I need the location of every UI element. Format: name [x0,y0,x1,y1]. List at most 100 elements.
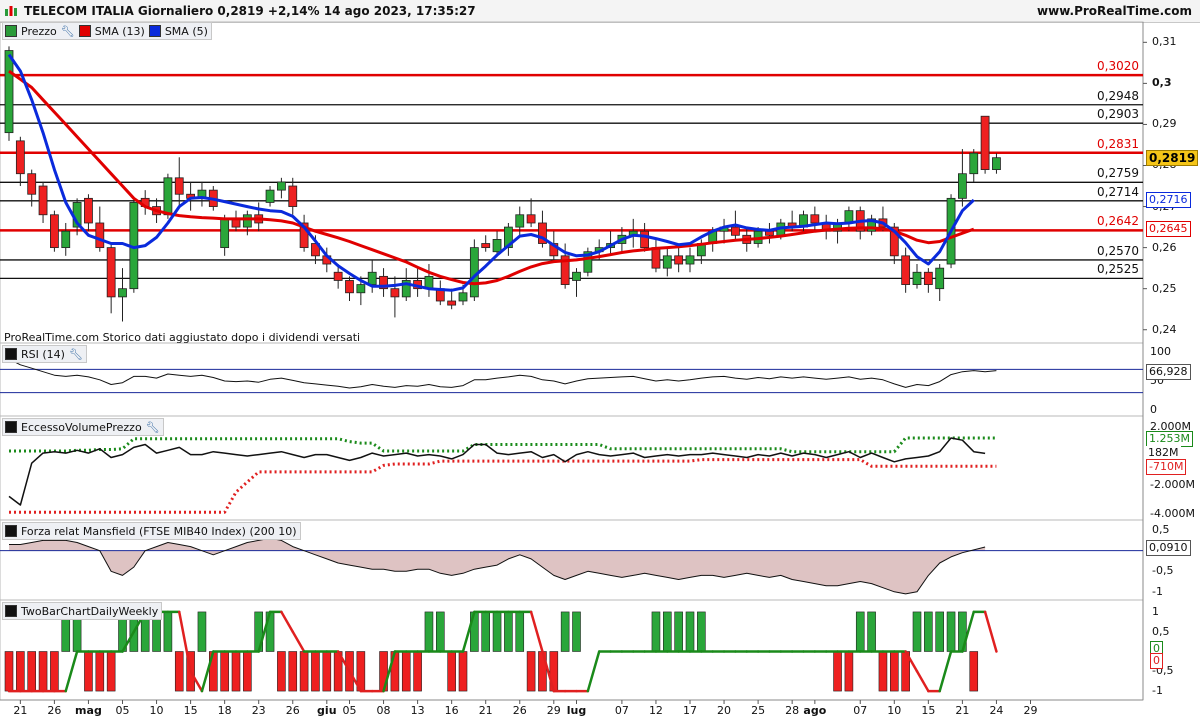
x-tick-label: 05 [342,704,357,717]
candle-body [572,271,581,281]
twobar-red-bar [526,651,536,692]
candle-body [265,189,275,203]
twobar-line-segment [983,610,998,653]
x-tick-label: 21 [478,704,493,717]
candle-body [662,255,672,269]
price-legend-label: Prezzo [21,24,57,38]
twobar-red-bar [50,651,59,692]
twobar-green-bar [197,611,207,652]
evp-swatch [5,421,17,433]
wrench-icon[interactable]: 🔧︎ [69,348,83,361]
candle-body [118,288,127,298]
x-tick-label: ago [803,704,827,717]
candle-body [4,50,14,134]
candle-body [27,173,37,195]
rsi-swatch [5,348,17,360]
twobar-red-bar [231,651,241,692]
mansfield-y-tick: -1 [1152,584,1163,598]
candle-body [95,222,105,249]
candle-body [901,255,911,285]
wrench-icon[interactable]: 🔧︎ [146,421,160,434]
x-tick-label: 05 [115,704,130,717]
rsi-line [8,358,997,389]
twobar-panel-title[interactable]: TwoBarChartDailyWeekly [2,602,163,620]
level-label: 0,2759 [1097,166,1139,181]
candle-body [163,177,173,216]
x-tick-label: 26 [47,704,62,717]
candle-body [526,214,536,224]
twobar-green-bar [924,611,933,652]
twobar-green-bar [662,611,672,652]
twobar-green-bar [697,611,706,652]
price-panel-legend[interactable]: Prezzo 🔧︎ SMA (13) SMA (5) [2,22,212,40]
price-tag-price: 0,2819 [1146,149,1199,166]
twobar-y-tick: -1 [1152,684,1163,698]
twobar-green-bar [504,611,513,652]
x-tick-label: 07 [853,704,868,717]
x-tick-label: 18 [217,704,232,717]
mansfield-swatch [5,525,17,537]
candle-body [731,226,740,236]
x-tick-label: 07 [614,704,629,717]
twobar-red-bar [299,651,309,692]
price-y-tick: 0,25 [1152,281,1177,295]
twobar-red-bar [106,651,116,692]
x-tick-label: 15 [921,704,936,717]
x-tick-label: 13 [410,704,425,717]
chart-canvas[interactable] [0,0,1200,720]
candle-body [276,181,286,191]
twobar-green-bar [424,611,434,652]
twobar-red-bar [833,651,842,692]
sma13-legend-label: SMA (13) [94,24,145,38]
candle-body [356,284,366,294]
twobar-line-segment [280,610,294,633]
twobar-green-bar [867,611,876,652]
x-tick-label: 24 [989,704,1004,717]
wrench-icon[interactable]: 🔧︎ [61,25,75,38]
level-label: 0,2831 [1097,136,1139,151]
mansfield-y-tick: -0,5 [1152,564,1174,578]
twobar-green-bar [560,611,570,652]
rsi-panel-title[interactable]: RSI (14) 🔧︎ [2,345,87,363]
twobar-red-bar [413,651,422,692]
sma5-line [7,53,975,292]
level-label: 0,2903 [1097,107,1139,122]
x-tick-label: 20 [717,704,732,717]
evp-y-tick: -2.000M [1150,477,1195,491]
twobar-line-segment [291,630,306,653]
twobar-red-bar [38,651,48,692]
candle-body [935,267,945,290]
evp-panel-title[interactable]: EccessoVolumePrezzo 🔧︎ [2,418,164,436]
twobar-red-bar [4,651,14,692]
x-tick-label: 10 [887,704,902,717]
twobar-y-tick: 0,5 [1152,624,1170,638]
sma13-legend-swatch [78,25,91,37]
price-legend-swatch [5,25,17,37]
mansfield-y-tick: 0,5 [1152,523,1170,537]
twobar-red-bar [322,651,332,692]
twobar-green-bar [946,611,956,652]
x-tick-label: giu [317,704,337,717]
x-tick-label: 29 [546,704,561,717]
mansfield-panel-title[interactable]: Forza relat Mansfield (FTSE MIB40 Index)… [2,522,301,540]
candle-body [447,300,457,306]
twobar-green-bar [855,611,865,652]
candle-body [106,247,116,298]
twobar-red-bar [844,651,854,692]
twobar-red-tag: 0 [1150,653,1163,670]
twobar-green-bar [515,611,525,652]
twobar-line-segment [915,670,930,693]
twobar-green-bar [492,611,502,652]
twobar-red-bar [458,651,468,692]
evp-upper-tag: 1.253M [1146,430,1193,447]
twobar-green-bar [651,611,661,652]
candle-body [685,255,695,265]
x-tick-label: 12 [648,704,663,717]
candle-body [15,140,25,175]
x-tick-label: 21 [955,704,970,717]
twobar-red-bar [84,651,93,692]
candle-body [674,255,684,265]
level-label: 0,3020 [1097,59,1139,74]
panel-frame [0,342,1144,417]
twobar-red-bar [311,651,320,692]
